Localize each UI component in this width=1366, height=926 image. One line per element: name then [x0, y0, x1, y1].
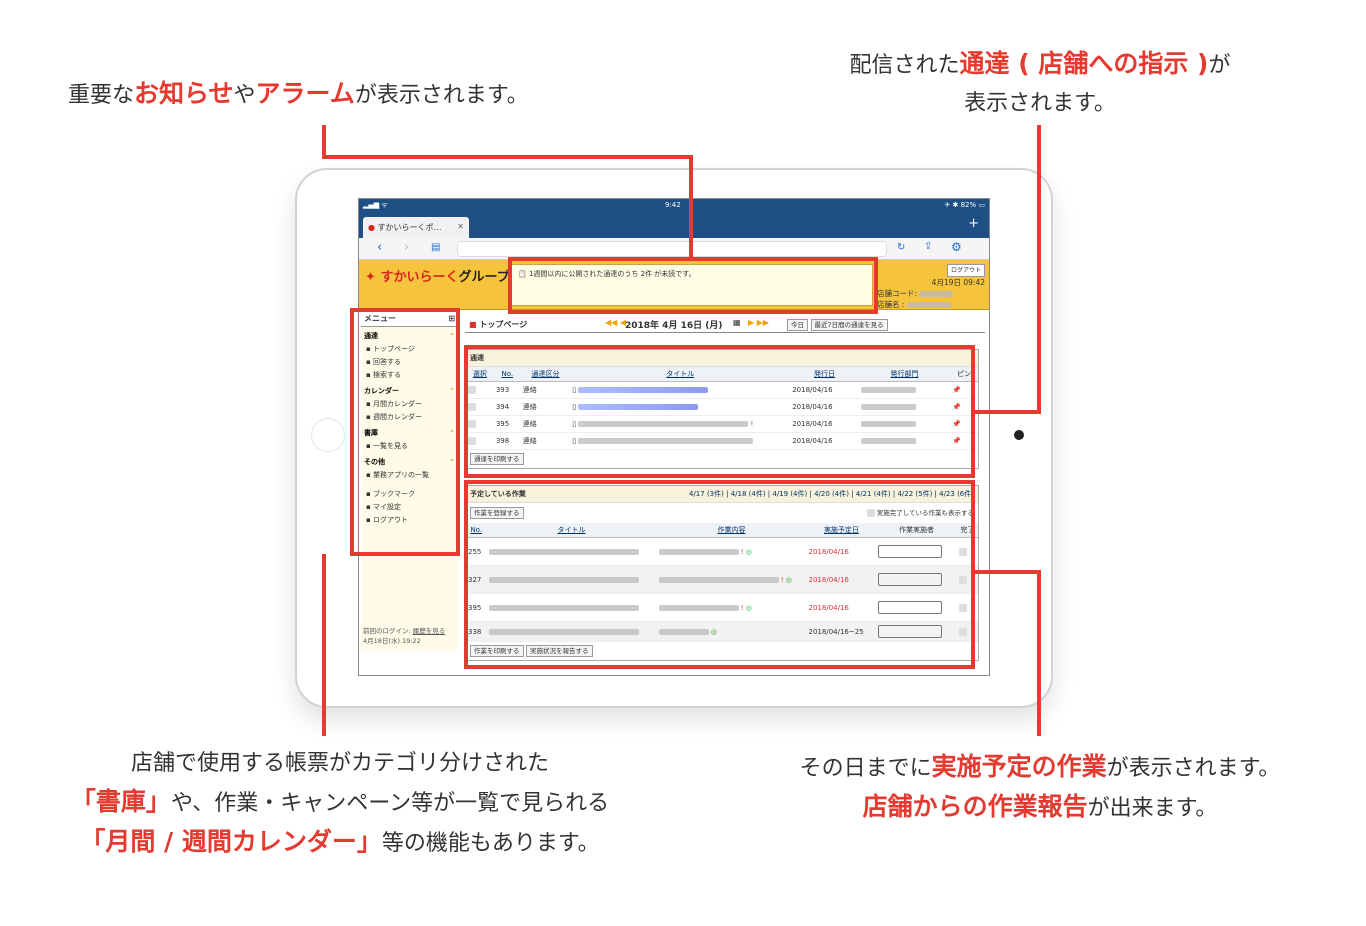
- highlight-tasks: [464, 480, 975, 669]
- back-icon[interactable]: ‹: [377, 240, 382, 255]
- tab-bar: ● すかいらーくポ… ✕ +: [359, 212, 989, 238]
- home-button[interactable]: [311, 418, 345, 452]
- caption-text: が出来ます。: [1087, 796, 1218, 821]
- tab-title: すかいらーくポ…: [377, 223, 442, 232]
- forward-icon[interactable]: ›: [404, 240, 409, 255]
- logo-icon: ✦: [365, 270, 376, 285]
- caption-highlight: アラーム: [255, 79, 355, 108]
- highlight-notice: [508, 257, 878, 314]
- reload-icon[interactable]: ↻: [897, 242, 905, 253]
- signal-icon: ▂▄▆ ᯤ: [363, 201, 388, 209]
- caption-highlight: 実施予定の作業: [931, 752, 1107, 781]
- close-tab-icon[interactable]: ✕: [457, 222, 464, 231]
- caption-text: が表示されます。: [1106, 756, 1281, 781]
- calendar-icon[interactable]: ▦: [733, 318, 741, 327]
- main-content: ■ トップページ ◀◀ ◀ 2018年 4月 16日 (月) ▦ ▶ ▶▶ 今日…: [465, 317, 985, 661]
- favicon-icon: ●: [368, 223, 375, 232]
- current-date: 2018年 4月 16日 (月): [625, 321, 723, 331]
- caption-text: その日までに: [799, 756, 932, 781]
- connector-line: [322, 155, 693, 159]
- today-button[interactable]: 今日: [787, 319, 808, 331]
- home-icon: ■: [469, 320, 477, 329]
- connector-line: [1037, 570, 1041, 736]
- caption-text: 等の機能もあります。: [381, 831, 600, 856]
- new-tab-button[interactable]: +: [968, 216, 979, 231]
- connector-line: [322, 125, 326, 158]
- logout-button[interactable]: ログアウト: [946, 264, 985, 277]
- caption-highlight: 通達 ( 店舗への指示 ): [959, 49, 1209, 78]
- caption-text: や: [233, 83, 256, 108]
- caption-text: が表示されます。: [354, 83, 529, 108]
- caption-top-left: 重要なお知らせやアラームが表示されます。: [68, 75, 529, 115]
- connector-line: [689, 155, 693, 259]
- caption-text: 重要な: [68, 83, 135, 108]
- header-datetime: 4月19日 09:42: [931, 278, 985, 287]
- logo-sub: グループ: [458, 270, 510, 285]
- browser-tab[interactable]: ● すかいらーくポ… ✕: [363, 217, 469, 238]
- caption-text: が: [1208, 53, 1231, 78]
- reader-icon[interactable]: ▤: [431, 242, 440, 253]
- settings-icon[interactable]: ⚙: [951, 240, 962, 254]
- connector-line: [1037, 125, 1041, 414]
- store-name-label: 店舗名: [877, 300, 900, 309]
- caption-highlight: 店舗からの作業報告: [862, 792, 1088, 821]
- last-login-time: 4月18日(水) 19:22: [363, 637, 421, 645]
- site-logo[interactable]: ✦ すかいらーくグループ: [365, 266, 510, 285]
- highlight-tsutatsu: [464, 345, 975, 478]
- caption-highlight: お知らせ: [134, 79, 234, 108]
- caption-top-right: 配信された通達 ( 店舗への指示 )が 表示されます。: [815, 45, 1265, 123]
- caption-bottom-left: 店舗で使用する帳票がカテゴリ分けされた 「書庫」や、作業・キャンペーン等が一覧で…: [40, 745, 640, 863]
- page-title: トップページ: [479, 320, 528, 329]
- caption-text: 配信された: [849, 53, 960, 78]
- caption-highlight: 「書庫」: [70, 787, 171, 816]
- share-icon[interactable]: ⇪: [924, 241, 932, 252]
- recent-button[interactable]: 最近7日間の通達を見る: [810, 319, 888, 331]
- camera-icon: [1014, 430, 1024, 440]
- connector-line: [322, 554, 326, 736]
- header-info: ログアウト 4月19日 09:42 店舗コード: 店舗名 :: [877, 264, 985, 310]
- caption-highlight: 「月間 / 週間カレンダー」: [80, 827, 382, 856]
- prev-week-icon[interactable]: ◀◀ ◀: [605, 318, 626, 327]
- page-header: ■ トップページ ◀◀ ◀ 2018年 4月 16日 (月) ▦ ▶ ▶▶ 今日…: [465, 317, 985, 333]
- connector-line: [971, 570, 1041, 574]
- connector-line: [971, 410, 1041, 414]
- store-code-label: 店舗コード:: [877, 289, 918, 298]
- url-bar[interactable]: [457, 241, 887, 257]
- last-login: 前回のログイン: 履歴を見る 4月18日(水) 19:22: [363, 627, 446, 645]
- logo-main: すかいらーく: [380, 270, 459, 285]
- battery-level: 82%: [960, 201, 977, 209]
- caption-text: 表示されます。: [964, 91, 1116, 116]
- caption-text: 店舗で使用する帳票がカテゴリ分けされた: [130, 751, 549, 776]
- status-bar: ▂▄▆ ᯤ 9:42 ✈ ✱ 82% ▭: [359, 199, 989, 212]
- highlight-sidebar: [350, 308, 460, 556]
- next-week-icon[interactable]: ▶ ▶▶: [748, 318, 769, 327]
- history-link[interactable]: 履歴を見る: [413, 627, 446, 635]
- status-time: 9:42: [665, 201, 681, 209]
- battery-icon: ✈ ✱ 82% ▭: [944, 201, 985, 209]
- caption-bottom-right: その日までに実施予定の作業が表示されます。 店舗からの作業報告が出来ます。: [755, 748, 1325, 828]
- last-login-label: 前回のログイン: [363, 627, 409, 635]
- caption-text: や、作業・キャンペーン等が一覧で見られる: [170, 791, 610, 816]
